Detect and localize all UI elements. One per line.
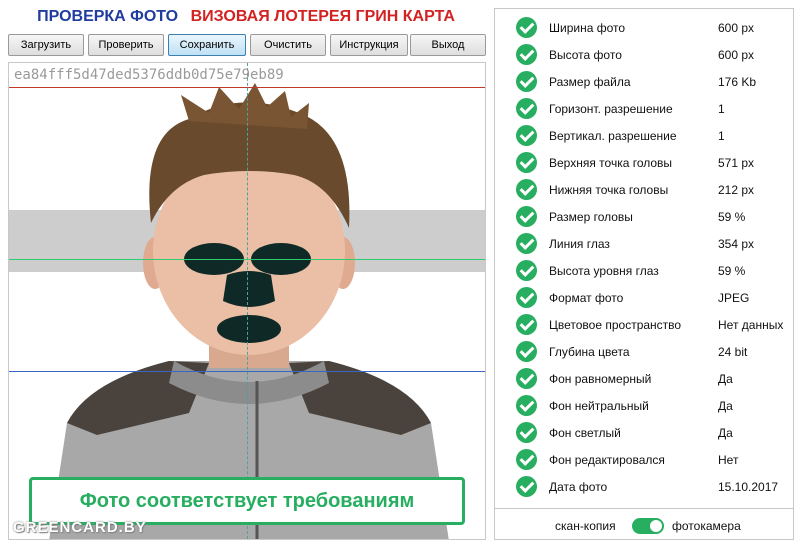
check-circle-icon — [516, 179, 537, 200]
check-circle-icon — [516, 71, 537, 92]
camera-label: фотокамера — [672, 519, 741, 533]
info-label: Размер головы — [549, 210, 633, 224]
info-row: Формат фото JPEG — [495, 284, 793, 311]
info-list: Ширина фото 600 px Высота фото 600 px Размер… — [495, 14, 793, 500]
info-label: Верхняя точка головы — [549, 156, 673, 170]
check-circle-icon — [516, 44, 537, 65]
info-value: 1 — [718, 102, 725, 116]
check-circle-icon — [516, 125, 537, 146]
info-label: Дата фото — [549, 480, 608, 494]
info-label: Размер файла — [549, 75, 631, 89]
info-value: 59 % — [718, 264, 746, 278]
info-label: Фон равномерный — [549, 372, 652, 386]
info-row: Горизонт. разрешение 1 — [495, 95, 793, 122]
info-value: Да — [718, 426, 733, 440]
info-row: Нижняя точка головы 212 px — [495, 176, 793, 203]
info-row: Ширина фото 600 px — [495, 14, 793, 41]
app-title: ПРОВЕРКА ФОТО ВИЗОВАЯ ЛОТЕРЕЯ ГРИН КАРТА — [0, 8, 492, 26]
info-value: 600 px — [718, 21, 755, 35]
exit-button[interactable]: Выход — [410, 34, 486, 56]
check-circle-icon — [516, 395, 537, 416]
instructions-button[interactable]: Инструкция — [330, 34, 408, 56]
info-label: Фон нейтральный — [549, 399, 649, 413]
info-value: 212 px — [718, 183, 755, 197]
switch-knob — [650, 520, 662, 532]
info-label: Нижняя точка головы — [549, 183, 669, 197]
info-label: Горизонт. разрешение — [549, 102, 673, 116]
info-row: Высота уровня глаз 59 % — [495, 257, 793, 284]
check-circle-icon — [516, 314, 537, 335]
title-photo-check: ПРОВЕРКА ФОТО — [37, 8, 179, 25]
check-button[interactable]: Проверить — [88, 34, 164, 56]
info-value: JPEG — [718, 291, 750, 305]
info-value: 24 bit — [718, 345, 748, 359]
clear-button[interactable]: Очистить — [250, 34, 326, 56]
info-row: Вертикал. разрешение 1 — [495, 122, 793, 149]
info-label: Высота фото — [549, 48, 622, 62]
info-value: 571 px — [718, 156, 755, 170]
info-label: Формат фото — [549, 291, 624, 305]
info-value: 600 px — [718, 48, 755, 62]
save-button[interactable]: Сохранить — [168, 34, 246, 56]
info-row: Размер файла 176 Kb — [495, 68, 793, 95]
info-row: Цветовое пространство Нет данных — [495, 311, 793, 338]
nose-blur — [223, 271, 275, 307]
title-green-card-lottery: ВИЗОВАЯ ЛОТЕРЕЯ ГРИН КАРТА — [190, 8, 455, 25]
info-value: Нет данных — [718, 318, 784, 332]
photo-hash: ea84fff5d47ded5376ddb0d75e79eb89 — [14, 67, 284, 83]
info-value: Нет — [718, 453, 739, 467]
source-toggle: скан-копия фотокамера — [495, 508, 793, 541]
info-row: Верхняя точка головы 571 px — [495, 149, 793, 176]
check-circle-icon — [516, 449, 537, 470]
info-value: 176 Kb — [718, 75, 757, 89]
info-row: Фон равномерный Да — [495, 365, 793, 392]
check-circle-icon — [516, 98, 537, 119]
check-circle-icon — [516, 206, 537, 227]
info-label: Ширина фото — [549, 21, 626, 35]
info-row: Фон редактировался Нет — [495, 446, 793, 473]
info-row: Линия глаз 354 px — [495, 230, 793, 257]
scan-copy-label: скан-копия — [555, 519, 616, 533]
check-circle-icon — [516, 233, 537, 254]
info-value: 1 — [718, 129, 725, 143]
check-circle-icon — [516, 260, 537, 281]
photo-panel: ea84fff5d47ded5376ddb0d75e79eb89 Фото со… — [8, 62, 486, 540]
info-label: Фон светлый — [549, 426, 621, 440]
status-message: Фото соответствует требованиям — [29, 477, 465, 525]
check-circle-icon — [516, 476, 537, 497]
check-circle-icon — [516, 287, 537, 308]
source-switch[interactable] — [632, 518, 664, 534]
info-label: Глубина цвета — [549, 345, 630, 359]
check-circle-icon — [516, 152, 537, 173]
check-circle-icon — [516, 422, 537, 443]
info-value: 354 px — [718, 237, 755, 251]
mouth-blur — [217, 315, 281, 343]
info-value: 59 % — [718, 210, 746, 224]
info-row: Высота фото 600 px — [495, 41, 793, 68]
info-row: Фон светлый Да — [495, 419, 793, 446]
watermark: GREENCARD.BY — [13, 519, 147, 536]
info-label: Цветовое пространство — [549, 318, 682, 332]
info-label: Фон редактировался — [549, 453, 665, 467]
info-label: Вертикал. разрешение — [549, 129, 677, 143]
info-panel: Ширина фото 600 px Высота фото 600 px Размер… — [494, 8, 794, 540]
info-value: Да — [718, 372, 733, 386]
load-button[interactable]: Загрузить — [8, 34, 84, 56]
info-row: Дата фото 15.10.2017 — [495, 473, 793, 500]
info-row: Фон нейтральный Да — [495, 392, 793, 419]
info-row: Размер головы 59 % — [495, 203, 793, 230]
info-label: Линия глаз — [549, 237, 610, 251]
check-circle-icon — [516, 368, 537, 389]
info-label: Высота уровня глаз — [549, 264, 659, 278]
check-circle-icon — [516, 341, 537, 362]
info-row: Глубина цвета 24 bit — [495, 338, 793, 365]
check-circle-icon — [516, 17, 537, 38]
center-axis-line — [247, 63, 248, 539]
info-value: Да — [718, 399, 733, 413]
info-value: 15.10.2017 — [718, 480, 779, 494]
